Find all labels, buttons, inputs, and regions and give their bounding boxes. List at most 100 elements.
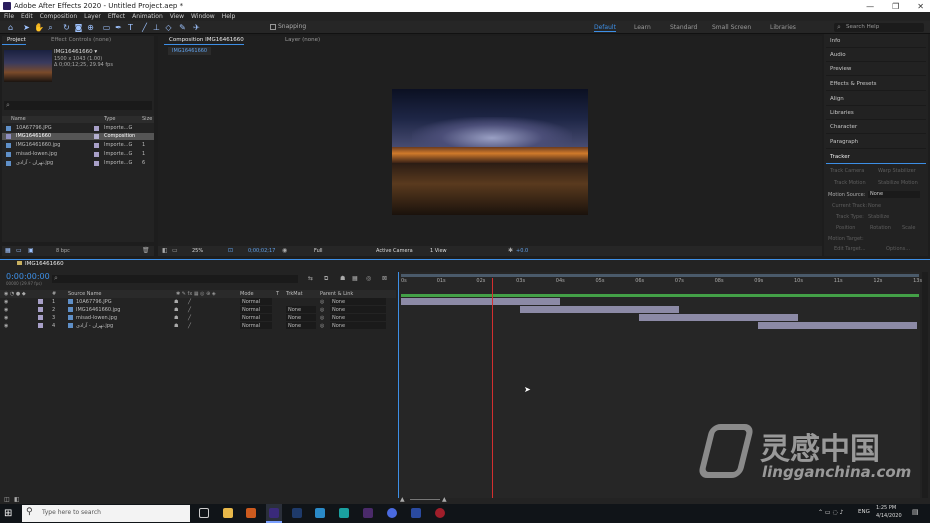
video-toggle-icon[interactable]: ◉ xyxy=(4,298,8,306)
comp-flowchart-icon[interactable]: ⇆ xyxy=(308,275,313,282)
quality-switch-icon[interactable]: ╱ xyxy=(188,314,191,322)
label-color-swatch[interactable] xyxy=(94,126,99,131)
layer-name[interactable]: 10A67796.JPG xyxy=(76,298,112,306)
current-track-dropdown[interactable]: None xyxy=(868,203,881,209)
label-color-swatch[interactable] xyxy=(94,143,99,148)
new-folder-icon[interactable]: ▭ xyxy=(16,247,22,254)
camera-tool-icon[interactable]: ◙ xyxy=(74,23,83,32)
rectangle-tool-icon[interactable]: ▭ xyxy=(102,23,111,32)
selection-tool-icon[interactable]: ➤ xyxy=(22,23,31,32)
table-row[interactable]: ◉ 1 10A67796.JPG ☗ ╱ Normal ◎ None xyxy=(0,298,396,306)
shy-switch-icon[interactable]: ☗ xyxy=(174,306,178,314)
exposure-value[interactable]: +0.0 xyxy=(516,248,528,254)
current-time-display[interactable]: 0;00;02;17 xyxy=(248,248,275,254)
exposure-icon[interactable]: ✱ xyxy=(508,247,513,254)
list-item[interactable]: misad-lowen.jpg Importe...G 1 xyxy=(2,151,154,158)
menu-layer[interactable]: Layer xyxy=(84,13,101,20)
notification-icon[interactable]: ▤ xyxy=(912,508,919,516)
layer-parent-dropdown[interactable]: None xyxy=(330,322,386,329)
interpret-footage-icon[interactable]: ▦ xyxy=(5,247,11,254)
comp-subtab[interactable]: IMG16461660 xyxy=(168,47,212,55)
layer-trkmat-dropdown[interactable]: None xyxy=(286,322,316,329)
taskbar-photoshop[interactable] xyxy=(289,504,305,523)
label-color-swatch[interactable] xyxy=(94,134,99,139)
panel-character[interactable]: Character xyxy=(826,120,926,134)
layer-parent-dropdown[interactable]: None xyxy=(330,314,386,321)
menu-view[interactable]: View xyxy=(170,13,184,20)
workspace-standard[interactable]: Standard xyxy=(670,24,697,31)
tray-icons[interactable]: ⌃ ▭ ◌ ♪ xyxy=(818,509,843,516)
puppet-tool-icon[interactable]: ✈ xyxy=(192,23,201,32)
magnification-dropdown[interactable]: 25% xyxy=(192,248,203,254)
panel-tracker[interactable]: Tracker xyxy=(826,150,926,164)
menu-composition[interactable]: Composition xyxy=(40,13,77,20)
list-item[interactable]: IMG16461660.jpg Importe...G 1 xyxy=(2,142,154,149)
windows-start-icon[interactable]: ⊞ xyxy=(4,508,12,519)
snapping-checkbox[interactable] xyxy=(270,24,276,30)
video-toggle-icon[interactable]: ◉ xyxy=(4,322,8,330)
timeline-current-time[interactable]: 0:00:00:00 xyxy=(6,272,50,281)
position-checkbox[interactable]: Position xyxy=(836,225,855,231)
layer-bar[interactable] xyxy=(758,322,918,329)
panel-libraries[interactable]: Libraries xyxy=(826,106,926,120)
draft-3d-icon[interactable]: ⧉ xyxy=(324,275,328,283)
label-color-swatch[interactable] xyxy=(94,161,99,166)
new-composition-icon[interactable]: ▣ xyxy=(28,247,34,254)
monitor-icon[interactable]: ▭ xyxy=(172,247,178,254)
panel-align[interactable]: Align xyxy=(826,92,926,106)
label-color-swatch[interactable] xyxy=(38,307,43,312)
layer-bar[interactable] xyxy=(639,314,798,321)
layer-mode-dropdown[interactable]: Normal xyxy=(240,314,272,321)
roto-brush-tool-icon[interactable]: ✎ xyxy=(178,23,187,32)
minimize-button[interactable]: — xyxy=(866,2,874,11)
motion-source-dropdown[interactable]: None xyxy=(868,191,920,198)
taskbar-file-explorer[interactable] xyxy=(220,504,236,523)
pen-tool-icon[interactable]: ✒ xyxy=(114,23,123,32)
shy-layers-icon[interactable]: ☗ xyxy=(340,275,345,282)
resolution-dropdown[interactable]: Full xyxy=(314,248,323,254)
layer-bar[interactable] xyxy=(520,306,679,313)
quality-switch-icon[interactable]: ╱ xyxy=(188,306,191,314)
menu-help[interactable]: Help xyxy=(222,13,236,20)
shy-switch-icon[interactable]: ☗ xyxy=(174,314,178,322)
always-preview-icon[interactable]: ◧ xyxy=(162,247,168,254)
layer-name[interactable]: misad-lowen.jpg xyxy=(76,314,117,322)
timeline-tab[interactable]: IMG16461660 xyxy=(12,260,64,269)
home-icon[interactable]: ⌂ xyxy=(6,23,15,32)
zoom-tool-icon[interactable]: ⌕ xyxy=(46,23,55,32)
pick-whip-icon[interactable]: ◎ xyxy=(320,306,324,314)
transfer-controls-toggle-icon[interactable]: ◧ xyxy=(14,496,20,503)
edit-target-button[interactable]: Edit Target... xyxy=(834,246,866,252)
frame-blending-icon[interactable]: ▦ xyxy=(352,275,358,282)
options-button[interactable]: Options... xyxy=(886,246,910,252)
time-graph-scrollbar[interactable] xyxy=(922,272,928,498)
panel-preview[interactable]: Preview xyxy=(826,62,926,76)
time-navigator[interactable] xyxy=(401,274,919,277)
menu-file[interactable]: File xyxy=(4,13,14,20)
type-tool-icon[interactable]: T xyxy=(126,23,135,32)
time-ruler[interactable]: 0s 01s 02s 03s 04s 05s 06s 07s 08s 09s 10s 11s 12s 13… xyxy=(399,278,922,288)
layer-mode-dropdown[interactable]: Normal xyxy=(240,322,272,329)
workspace-small-screen[interactable]: Small Screen xyxy=(712,24,751,31)
quality-switch-icon[interactable]: ╱ xyxy=(188,322,191,330)
label-color-swatch[interactable] xyxy=(38,323,43,328)
column-source-name[interactable]: Source Name xyxy=(68,290,102,298)
project-search-input[interactable]: ⌕ xyxy=(4,101,152,110)
label-color-swatch[interactable] xyxy=(94,152,99,157)
search-help-field[interactable]: ⌕ Search Help xyxy=(834,23,924,32)
taskbar-premiere[interactable] xyxy=(360,504,376,523)
snapshot-icon[interactable]: ◉ xyxy=(282,247,287,254)
pick-whip-icon[interactable]: ◎ xyxy=(320,298,324,306)
taskbar-app-blue[interactable] xyxy=(408,504,424,523)
layer-trkmat-dropdown[interactable]: None xyxy=(286,306,316,313)
playhead[interactable] xyxy=(492,278,494,498)
label-color-swatch[interactable] xyxy=(38,299,43,304)
panel-effects-presets[interactable]: Effects & Presets xyxy=(826,77,926,91)
motion-blur-icon[interactable]: ◎ xyxy=(366,275,371,282)
timeline-search-input[interactable]: ⌕ xyxy=(52,274,298,283)
track-type-dropdown[interactable]: Stabilize xyxy=(868,214,889,220)
list-item-selected[interactable]: IMG16461660 Composition xyxy=(2,133,154,140)
tab-layer[interactable]: Layer (none) xyxy=(280,36,320,45)
task-view-button[interactable] xyxy=(196,504,212,523)
taskbar-chrome[interactable] xyxy=(384,504,400,523)
